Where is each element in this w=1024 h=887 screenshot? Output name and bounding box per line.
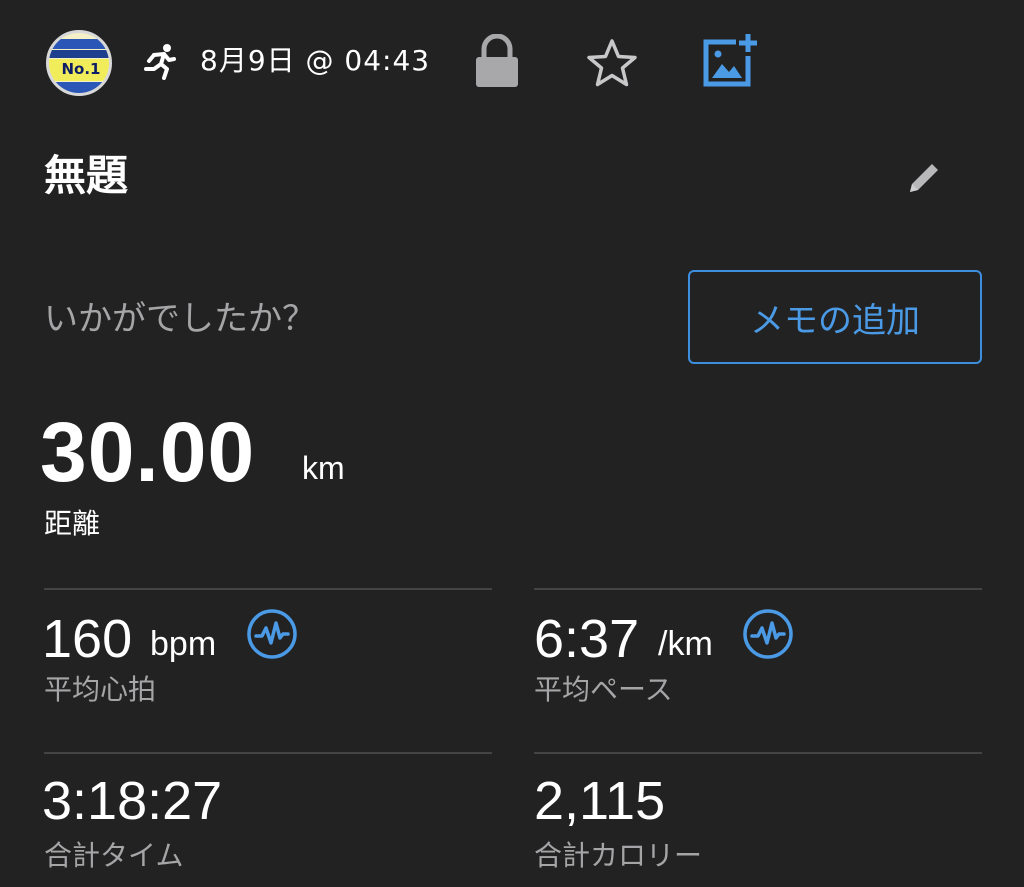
activity-title: 無題 — [44, 151, 129, 200]
avatar[interactable]: No.1 — [46, 30, 112, 96]
distance-value: 30.00 — [40, 405, 256, 499]
add-memo-button[interactable]: メモの追加 — [688, 270, 982, 364]
pace-chart-icon[interactable] — [742, 608, 794, 660]
avg-pace-unit: /km — [658, 625, 713, 663]
divider — [44, 588, 492, 590]
distance-label: 距離 — [44, 507, 101, 540]
avatar-badge-text: No.1 — [61, 60, 101, 78]
divider — [534, 752, 982, 754]
heart-rate-chart-icon[interactable] — [246, 608, 298, 660]
avg-heart-rate-unit: bpm — [150, 625, 217, 663]
add-photo-icon[interactable] — [702, 32, 760, 88]
feedback-prompt: いかがでしたか？ — [44, 299, 316, 339]
divider — [44, 752, 492, 754]
star-icon[interactable] — [586, 38, 638, 88]
avg-pace-value: 6:37 — [534, 609, 640, 669]
avg-heart-rate-value: 160 — [42, 609, 133, 669]
pencil-icon[interactable] — [904, 158, 944, 198]
avg-pace-label: 平均ペース — [534, 673, 673, 706]
total-time-label: 合計タイム — [44, 839, 184, 872]
running-person-icon — [144, 44, 176, 80]
avatar-band — [49, 39, 109, 49]
divider — [534, 588, 982, 590]
total-time-value: 3:18:27 — [42, 771, 223, 831]
total-calories-value: 2,115 — [534, 771, 666, 831]
avatar-band — [49, 50, 109, 58]
avatar-band — [49, 82, 109, 93]
total-calories-label: 合計カロリー — [534, 839, 703, 872]
activity-datetime: 8月9日 @ 04:43 — [200, 44, 431, 77]
distance-unit: km — [302, 450, 345, 486]
lock-icon[interactable] — [474, 34, 520, 88]
avg-heart-rate-label: 平均心拍 — [44, 673, 157, 706]
